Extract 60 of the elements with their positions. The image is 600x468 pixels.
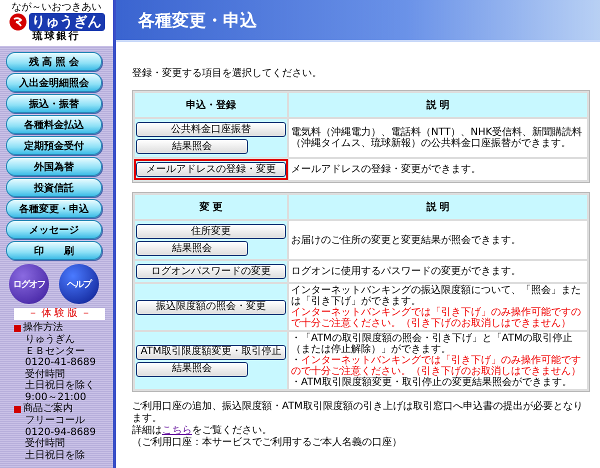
trial-label: － 体 験 版 － <box>14 308 105 320</box>
action-button[interactable]: 公共料金口座振替 <box>136 122 286 137</box>
column-header: 変 更 <box>135 195 287 219</box>
menu-button[interactable]: 各種変更・申込 <box>6 199 102 218</box>
info-text: フリーコール <box>24 415 86 426</box>
description-text: ログオンに使用するパスワードの変更ができます。 <box>291 266 522 277</box>
logo-tagline: なが～いおつきあい <box>12 2 102 13</box>
menu-button[interactable]: 印 刷 <box>6 241 102 260</box>
description-text: 電気料（沖縄電力）、電話料（NTT）、NHK受信料、新聞購読料（沖縄タイムス、琉球新報）の公共料金口座振替ができます。 <box>291 127 584 149</box>
action-button[interactable]: ログオンパスワードの変更 <box>136 264 286 279</box>
menu-button[interactable]: 各種料金払込 <box>6 115 102 134</box>
bullet-icon <box>14 406 21 412</box>
column-header: 申込・登録 <box>135 93 287 117</box>
menu-button[interactable]: 定期預金受付 <box>6 136 102 155</box>
info-text: 受付時間 <box>24 438 66 450</box>
brand-name: りゅうぎん <box>28 13 104 31</box>
page-title: 各種変更・申込 <box>138 10 257 32</box>
info-heading: 操作方法 <box>23 322 63 334</box>
info-text: りゅうぎん <box>24 334 76 346</box>
warning-text: インターネットバンキングでは「引き下げ」のみ操作可能ですので十分ご注意ください。（引き下げのお取消しはできません） <box>291 307 582 329</box>
menu-button[interactable]: メッセージ <box>6 220 102 239</box>
info-text: 受付時間 <box>24 368 66 380</box>
logoff-button[interactable]: ログオフ <box>9 264 49 304</box>
detail-text: 詳細は <box>132 425 162 436</box>
menu-button[interactable]: 入出金明細照会 <box>6 73 102 92</box>
detail-text: をご覧ください。 <box>192 425 272 436</box>
info-text: 土日祝日を除 <box>24 450 86 461</box>
action-button[interactable]: 結果照会 <box>136 241 248 256</box>
detail-link[interactable]: こちら <box>162 425 192 436</box>
info-text: 土日祝日を除く <box>24 380 96 392</box>
info-heading: 商品ご案内 <box>23 403 73 415</box>
action-button[interactable]: 結果照会 <box>136 139 248 154</box>
info-text: 9:00～21:00 <box>24 392 88 402</box>
help-button[interactable]: ヘルプ <box>59 264 99 304</box>
column-header: 説 明 <box>289 93 587 117</box>
menu-button[interactable]: 外国為替 <box>6 157 102 176</box>
info-text: 0120-94-8689 <box>24 426 97 438</box>
description-text: ・「ATMの取引限度額の照会・引き下げ」と「ATMの取引停止（または停止解除）」ができます。 <box>291 333 574 355</box>
description-text: ・ATM取引限度額変更・取引停止の変更結果照会ができます。 <box>291 377 573 388</box>
note-text: ご利用口座の追加、振込限度額・ATM取引限度額の引き上げは取引窓口へ申込書の提出が必要となります。 <box>132 401 584 424</box>
action-button[interactable]: ATM取引限度額変更・取引停止 <box>136 344 286 360</box>
description-text: お届けのご住所の変更と変更結果が照会できます。 <box>291 234 522 246</box>
account-note: （ご利用口座：本サービスでご利用するご本人名義の口座） <box>132 437 403 449</box>
bank-name: 琉球銀行 <box>32 31 80 42</box>
menu-button[interactable]: 投資信託 <box>6 178 102 197</box>
bullet-icon <box>14 324 21 332</box>
info-text: 0120-41-8689 <box>24 357 97 368</box>
instruction-text: 登録・変更する項目を選択してください。 <box>132 68 323 80</box>
info-text: ＥＢセンター <box>24 346 86 357</box>
column-header: 説 明 <box>289 195 587 219</box>
action-button[interactable]: 住所変更 <box>136 224 286 239</box>
action-button[interactable]: メールアドレスの登録・変更 <box>136 162 286 177</box>
menu-button[interactable]: 振込・振替 <box>6 94 102 113</box>
description-text: ・インターネットバンキングでは「引き下げ」のみ操作可能ですので十分ご注意ください。（引き下げのお取消しはできません） <box>291 355 582 377</box>
action-button[interactable]: 結果照会 <box>136 362 248 376</box>
logo-icon <box>8 13 26 31</box>
action-button[interactable]: 振込限度額の照会・変更 <box>136 300 286 314</box>
description-text: メールアドレスの登録・変更ができます。 <box>291 164 482 175</box>
description-text: インターネットバンキングの振込限度額について、「照会」または「引き下げ」ができます。 <box>291 285 582 307</box>
menu-button[interactable]: 残 高 照 会 <box>6 52 102 71</box>
